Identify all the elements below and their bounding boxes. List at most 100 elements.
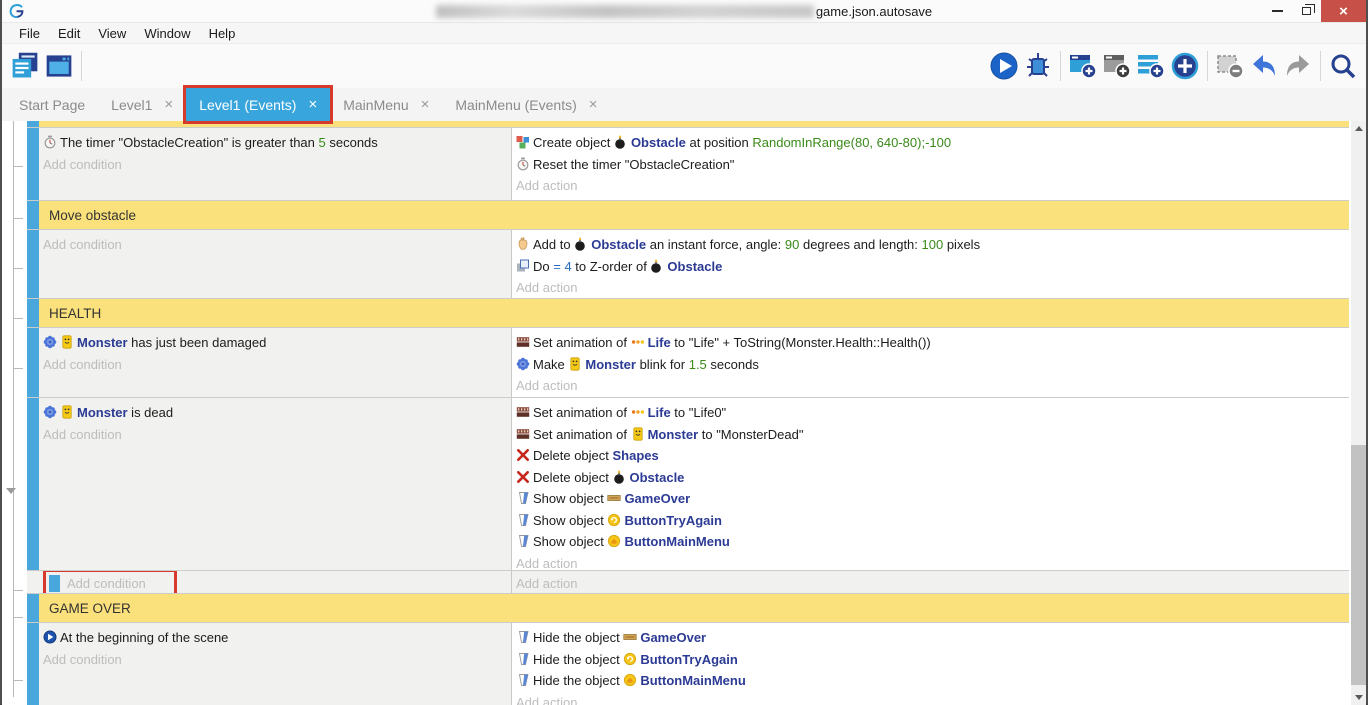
delete-icon [516, 448, 530, 462]
toolbar-scene-editor-button[interactable] [42, 49, 76, 83]
event-block: Add condition Add action [27, 571, 1353, 594]
event-handle[interactable] [27, 299, 39, 327]
event-handle[interactable] [27, 328, 39, 397]
event-handle [27, 571, 39, 593]
condition-line[interactable]: Monster is dead [43, 402, 505, 424]
add-condition-button[interactable]: Add condition [43, 424, 505, 446]
action-line[interactable]: Hide the object ButtonTryAgain [516, 649, 1347, 671]
event-handle[interactable] [27, 128, 39, 200]
scrollbar-thumb[interactable] [1351, 445, 1366, 685]
tab-close-icon[interactable]: × [308, 98, 317, 112]
scroll-down-icon [1355, 695, 1363, 700]
add-action-button[interactable]: Add action [516, 692, 1347, 705]
menu-help[interactable]: Help [200, 23, 245, 44]
event-handle[interactable] [27, 398, 39, 570]
tab-close-icon[interactable]: × [421, 98, 430, 112]
condition-line[interactable]: The timer "ObstacleCreation" is greater … [43, 132, 505, 154]
tab-close-icon[interactable]: × [164, 98, 173, 112]
close-button[interactable]: × [1321, 0, 1366, 22]
tree-tick [13, 268, 23, 269]
behavior-icon [43, 405, 57, 419]
condition-line[interactable]: Monster has just been damaged [43, 332, 505, 354]
vertical-scrollbar[interactable] [1351, 121, 1366, 705]
actions-cell: Create object Obstacle at position Rando… [512, 128, 1353, 200]
tab-mainmenu[interactable]: MainMenu× [330, 88, 442, 121]
add-action-button[interactable]: Add action [516, 553, 1347, 571]
tab-level1-events-[interactable]: Level1 (Events)× [186, 88, 330, 121]
event-handle[interactable] [27, 201, 39, 229]
event-handle[interactable] [27, 230, 39, 298]
add-action-button[interactable]: Add action [516, 175, 1347, 197]
toolbar-redo-button[interactable] [1281, 49, 1315, 83]
action-line-text: RandomInRange(80, 640-80);-100 [752, 135, 951, 150]
add-condition-button[interactable]: Add condition [43, 649, 505, 671]
toolbar-undo-button[interactable] [1247, 49, 1281, 83]
action-line[interactable]: Hide the object GameOver [516, 627, 1347, 649]
action-line[interactable]: Set animation of Life to "Life" + ToStri… [516, 332, 1347, 354]
minimize-button[interactable] [1263, 0, 1292, 22]
action-line-text: to "Life0" [671, 405, 727, 420]
toolbar-add-subevent-button[interactable] [1100, 49, 1134, 83]
toolbar-play-button[interactable] [987, 49, 1021, 83]
action-line-text: Create object [533, 135, 614, 150]
window-title: game.json.autosave [816, 4, 932, 19]
action-line[interactable]: Create object Obstacle at position Rando… [516, 132, 1347, 154]
action-line-text: Hide the object [533, 673, 623, 688]
menu-file[interactable]: File [10, 23, 49, 44]
action-line[interactable]: Make Monster blink for 1.5 seconds [516, 354, 1347, 376]
toolbar-search-button[interactable] [1326, 49, 1360, 83]
menu-view[interactable]: View [89, 23, 135, 44]
event-handle[interactable] [27, 121, 39, 127]
action-line[interactable]: Do = 4 to Z-order of Obstacle [516, 256, 1347, 278]
action-line[interactable]: Add to Obstacle an instant force, angle:… [516, 234, 1347, 256]
action-line[interactable]: Show object ButtonTryAgain [516, 510, 1347, 532]
comment-bar[interactable]: GAME OVER [39, 594, 1353, 622]
visib-icon [516, 491, 530, 505]
tab-start-page[interactable]: Start Page [6, 88, 98, 121]
scrollbar-up-button[interactable] [1351, 121, 1366, 136]
toolbar-add-event-button[interactable] [1066, 49, 1100, 83]
toolbar-add-comment-button[interactable] [1134, 49, 1168, 83]
tree-collapse-arrow-icon[interactable] [6, 488, 16, 494]
add-action-button[interactable]: Add action [516, 277, 1347, 298]
monster-icon [631, 427, 645, 441]
comment-bar[interactable]: HEALTH [39, 299, 1353, 327]
condition-line[interactable]: At the beginning of the scene [43, 627, 505, 649]
action-line[interactable]: Delete object Obstacle [516, 467, 1347, 489]
action-line[interactable]: Set animation of Life to "Life0" [516, 402, 1347, 424]
add-condition-button[interactable]: Add condition [43, 234, 505, 256]
comment-bar[interactable] [39, 121, 1353, 127]
add-condition-button[interactable]: Add condition [67, 573, 146, 593]
menu-edit[interactable]: Edit [49, 23, 89, 44]
action-line[interactable]: Show object ButtonMainMenu [516, 531, 1347, 553]
film-icon [516, 427, 530, 441]
action-line[interactable]: Set animation of Monster to "MonsterDead… [516, 424, 1347, 446]
action-line-text: 1.5 [689, 357, 707, 372]
tab-close-icon[interactable]: × [589, 98, 598, 112]
action-line-text: Monster [648, 427, 699, 442]
add-action-button[interactable]: Add action [516, 375, 1347, 397]
restore-button[interactable] [1292, 0, 1321, 22]
scrollbar-down-button[interactable] [1351, 690, 1366, 705]
event-handle[interactable] [27, 623, 39, 705]
btntry-icon [623, 652, 637, 666]
add-action-button[interactable]: Add action [516, 573, 1347, 593]
tab-level1[interactable]: Level1× [98, 88, 186, 121]
action-line[interactable]: Delete object Shapes [516, 445, 1347, 467]
menu-window[interactable]: Window [135, 23, 199, 44]
gameover-icon [623, 630, 637, 644]
toolbar-delete-event-button[interactable] [1213, 49, 1247, 83]
action-line[interactable]: Reset the timer "ObstacleCreation" [516, 154, 1347, 176]
add-condition-button[interactable]: Add condition [43, 354, 505, 376]
toolbar-debug-button[interactable] [1021, 49, 1055, 83]
action-line[interactable]: Show object GameOver [516, 488, 1347, 510]
comment-bar[interactable]: Move obstacle [39, 201, 1353, 229]
tab-mainmenu-events-[interactable]: MainMenu (Events)× [442, 88, 610, 121]
toolbar-project-manager-button[interactable] [8, 49, 42, 83]
event-handle[interactable] [49, 575, 60, 592]
toolbar-add-circle-button[interactable] [1168, 49, 1202, 83]
action-line[interactable]: Hide the object ButtonMainMenu [516, 670, 1347, 692]
tree-line [13, 121, 14, 697]
event-handle[interactable] [27, 594, 39, 622]
add-condition-button[interactable]: Add condition [43, 154, 505, 176]
